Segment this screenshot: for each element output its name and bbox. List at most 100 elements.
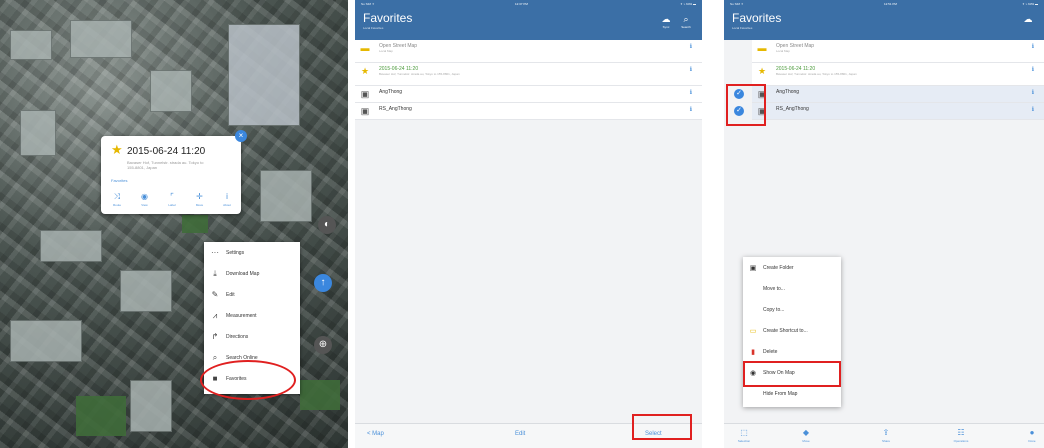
view-icon: ◉ <box>141 192 148 201</box>
map-building <box>228 24 300 126</box>
selection-icon: ⬚ <box>740 428 748 437</box>
zoom-icon[interactable]: ⊕ <box>314 336 332 354</box>
info-icon[interactable]: ℹ <box>1032 106 1034 113</box>
popup-favorites-link[interactable]: Favorites <box>111 178 127 183</box>
download-icon: ⤓ <box>213 268 217 278</box>
menu-item-move-to[interactable]: Move to... <box>743 278 841 299</box>
menu-item-edit[interactable]: ✎ Edit <box>204 284 300 305</box>
view-action-button[interactable]: ◉ View <box>135 192 155 210</box>
menu-item-label: Move to... <box>763 285 785 292</box>
menu-item-create-shortcut-to[interactable]: ▭ Create Shortcut to... <box>743 320 841 341</box>
menu-item-download-map[interactable]: ⤓ Download Map <box>204 263 300 284</box>
move-icon: ◆ <box>802 428 810 437</box>
info-icon[interactable]: ℹ <box>1032 43 1034 50</box>
route-icon: ⤨ <box>113 192 121 201</box>
menu-item-create-folder[interactable]: ▣ Create Folder <box>743 257 841 278</box>
location-icon[interactable]: ↑ <box>314 274 332 292</box>
menu-item-label: Create Shortcut to... <box>763 327 808 334</box>
menu-item-measurement[interactable]: ⩘ Measurement <box>204 305 300 326</box>
list-item-subtitle: Bavaser Hof, Tunnelstr. strada au, Tokyo… <box>379 72 460 76</box>
list-item[interactable]: ✓ ▣ RS_AngThong ℹ <box>734 103 1044 120</box>
info-icon[interactable]: ℹ <box>1032 66 1034 73</box>
move-button[interactable]: ◆ Move <box>794 429 818 445</box>
info-icon[interactable]: ℹ <box>690 89 692 96</box>
list-item-title: AngThong <box>776 89 800 95</box>
bottom-toolbar: ⬚ Selection ◆ Move ⇪ Share ☷ Operations ● Done <box>724 423 1044 448</box>
edit-icon: ✎ <box>211 290 219 299</box>
done-button[interactable]: ● Done <box>1020 429 1044 445</box>
highlight-checkboxes <box>726 84 766 126</box>
selection-button[interactable]: ⬚ Selection <box>732 429 756 445</box>
map-building <box>260 170 312 222</box>
list-item[interactable]: ▣ AngThong ℹ <box>355 86 702 103</box>
map-building <box>130 380 172 432</box>
highlight-favorites <box>200 360 296 400</box>
action-label: About <box>223 203 231 207</box>
menu-item-label: Settings <box>226 249 245 256</box>
highlight-show-on-map <box>743 361 841 387</box>
park-area <box>300 380 340 410</box>
map-building <box>150 70 192 112</box>
label-action-button[interactable]: ⌜ Label <box>162 192 182 210</box>
status-carrier: No SIM ✦ <box>730 2 744 6</box>
close-icon[interactable]: × <box>235 130 247 142</box>
list-item[interactable]: ▣ RS_AngThong ℹ <box>355 103 702 120</box>
popup-actions: ⤨ Route ◉ View ⌜ Label ✛ Move i About <box>107 192 237 210</box>
shortcut-icon: ▭ <box>749 327 757 335</box>
info-action-button[interactable]: i About <box>217 192 237 210</box>
trash-icon: ▮ <box>751 348 755 356</box>
popup-title: 2015-06-24 11:20 <box>127 146 206 157</box>
operations-icon: ☷ <box>957 428 965 437</box>
edit-button[interactable]: Edit <box>515 431 525 437</box>
action-label: Move <box>195 203 204 207</box>
route-action-button[interactable]: ⤨ Route <box>107 192 127 210</box>
menu-item-label: Copy to... <box>763 306 785 313</box>
search-icon[interactable]: ⌕ Search <box>678 14 694 29</box>
list-item[interactable]: ▬ Open Street Map Local Map ℹ <box>355 40 702 63</box>
move-action-button[interactable]: ✛ Move <box>190 192 210 210</box>
compass-icon[interactable]: ◐ <box>318 216 336 234</box>
cloud-icon[interactable]: ☁ Sync <box>658 14 674 29</box>
info-icon[interactable]: ℹ <box>690 66 692 73</box>
search-icon: ⌕ <box>212 352 218 362</box>
map-building <box>10 30 52 60</box>
directions-icon: ↱ <box>211 332 219 341</box>
list-item[interactable]: ★ 2015-06-24 11:20 Bavaser Hof, Tunnelstr.… <box>752 63 1044 86</box>
map-panel[interactable]: ★ 2015-06-24 11:20 Bavaser Hof, Tunnelst… <box>0 0 348 448</box>
info-icon[interactable]: ℹ <box>690 43 692 50</box>
list-item-subtitle: Local Map <box>379 49 393 53</box>
more-icon: ··· <box>211 248 219 257</box>
menu-item-directions[interactable]: ↱ Directions <box>204 326 300 347</box>
status-clock: 12:37 PM <box>515 2 528 6</box>
menu-item-label: Directions <box>226 333 249 340</box>
toolbar-label: Operations <box>953 439 969 443</box>
map-building <box>20 110 56 156</box>
share-button[interactable]: ⇪ Share <box>874 429 898 445</box>
page-title: Favorites <box>732 11 782 25</box>
list-item[interactable]: ★ 2015-06-24 11:20 Bavaser Hof, Tunnelstr.… <box>355 63 702 86</box>
navigation-bar: No SIM ✦ 12:37 PM ✦ ⌁ 64% ▬ Favorites Lo… <box>355 0 702 40</box>
list-item-subtitle: Bavaser Hof, Tunnelstr. strada au, Tokyo… <box>776 72 857 76</box>
map-building <box>120 270 172 312</box>
done-icon: ● <box>1029 428 1035 437</box>
info-icon[interactable]: ℹ <box>690 106 692 113</box>
list-item[interactable]: ✓ ▣ AngThong ℹ <box>734 86 1044 103</box>
list-item[interactable]: ▬ Open Street Map Local Map ℹ <box>752 40 1044 63</box>
list-item-title: RS_AngThong <box>776 106 809 112</box>
status-clock: 12:51 PM <box>884 2 897 6</box>
page-subtitle: Local Favorites <box>732 26 753 30</box>
cloud-icon[interactable]: ☁ <box>1020 14 1036 25</box>
toolbar-label: Selection <box>737 439 751 443</box>
info-icon[interactable]: ℹ <box>1032 89 1034 96</box>
favorites-panel: No SIM ✦ 12:37 PM ✦ ⌁ 64% ▬ Favorites Lo… <box>355 0 702 448</box>
navigation-bar: No SIM ✦ 12:51 PM ✦ ⌁ 63% ▬ Favorites Lo… <box>724 0 1044 40</box>
menu-item-copy-to[interactable]: Copy to... <box>743 299 841 320</box>
menu-item-label: Delete <box>763 348 778 355</box>
back-to-map-button[interactable]: < Map <box>367 431 384 437</box>
menu-item-delete[interactable]: ▮ Delete <box>743 341 841 362</box>
park-area <box>182 215 208 233</box>
favorites-list: ▬ Open Street Map Local Map ℹ ★ 2015-06-24 11… <box>734 40 1044 120</box>
operations-button[interactable]: ☷ Operations <box>949 429 973 445</box>
menu-item-settings[interactable]: ··· Settings <box>204 242 300 263</box>
star-icon: ★ <box>111 142 123 157</box>
